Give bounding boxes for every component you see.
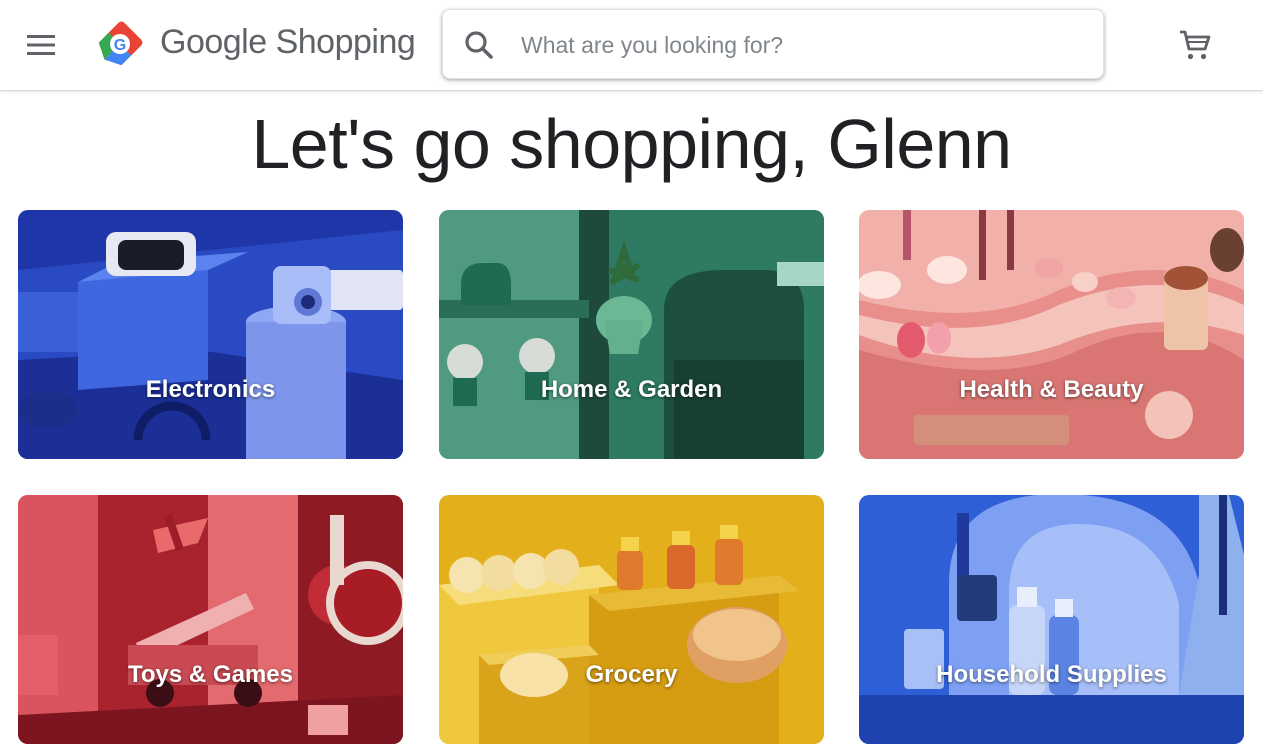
toys-games-image (18, 495, 403, 744)
category-card-health-beauty[interactable]: Health & Beauty (859, 210, 1244, 459)
category-card-household-supplies[interactable]: Household Supplies (859, 495, 1244, 744)
main-menu-button[interactable] (18, 24, 66, 66)
brand-name[interactable]: Google Shopping (160, 23, 416, 62)
home-garden-image (439, 210, 824, 459)
category-card-toys-games[interactable]: Toys & Games (18, 495, 403, 744)
brand-google: Google (160, 23, 267, 61)
category-label: Home & Garden (540, 376, 723, 403)
grocery-image (439, 495, 824, 744)
search-icon[interactable] (461, 27, 497, 63)
google-shopping-logo-icon[interactable]: G (94, 18, 146, 70)
category-label: Grocery (585, 661, 678, 688)
shopping-cart-icon (1180, 30, 1211, 60)
search-input[interactable] (519, 22, 1083, 68)
cart-button[interactable] (1172, 22, 1218, 68)
category-card-grocery[interactable]: Grocery (439, 495, 824, 744)
svg-text:G: G (114, 37, 126, 54)
search-box[interactable] (442, 9, 1104, 79)
category-label: Household Supplies (936, 661, 1167, 688)
page-greeting: Let's go shopping, Glenn (251, 105, 1012, 183)
category-card-electronics[interactable]: Electronics (18, 210, 403, 459)
electronics-image (18, 210, 403, 459)
household-supplies-image (859, 495, 1244, 744)
category-label: Health & Beauty (959, 376, 1144, 403)
category-card-home-garden[interactable]: Home & Garden (439, 210, 824, 459)
hamburger-menu-icon (27, 35, 55, 55)
category-label: Electronics (145, 376, 276, 403)
health-beauty-image (859, 210, 1244, 459)
brand-shopping: Shopping (275, 23, 416, 61)
top-app-bar: G Google Shopping (0, 0, 1263, 91)
category-label: Toys & Games (128, 661, 293, 688)
